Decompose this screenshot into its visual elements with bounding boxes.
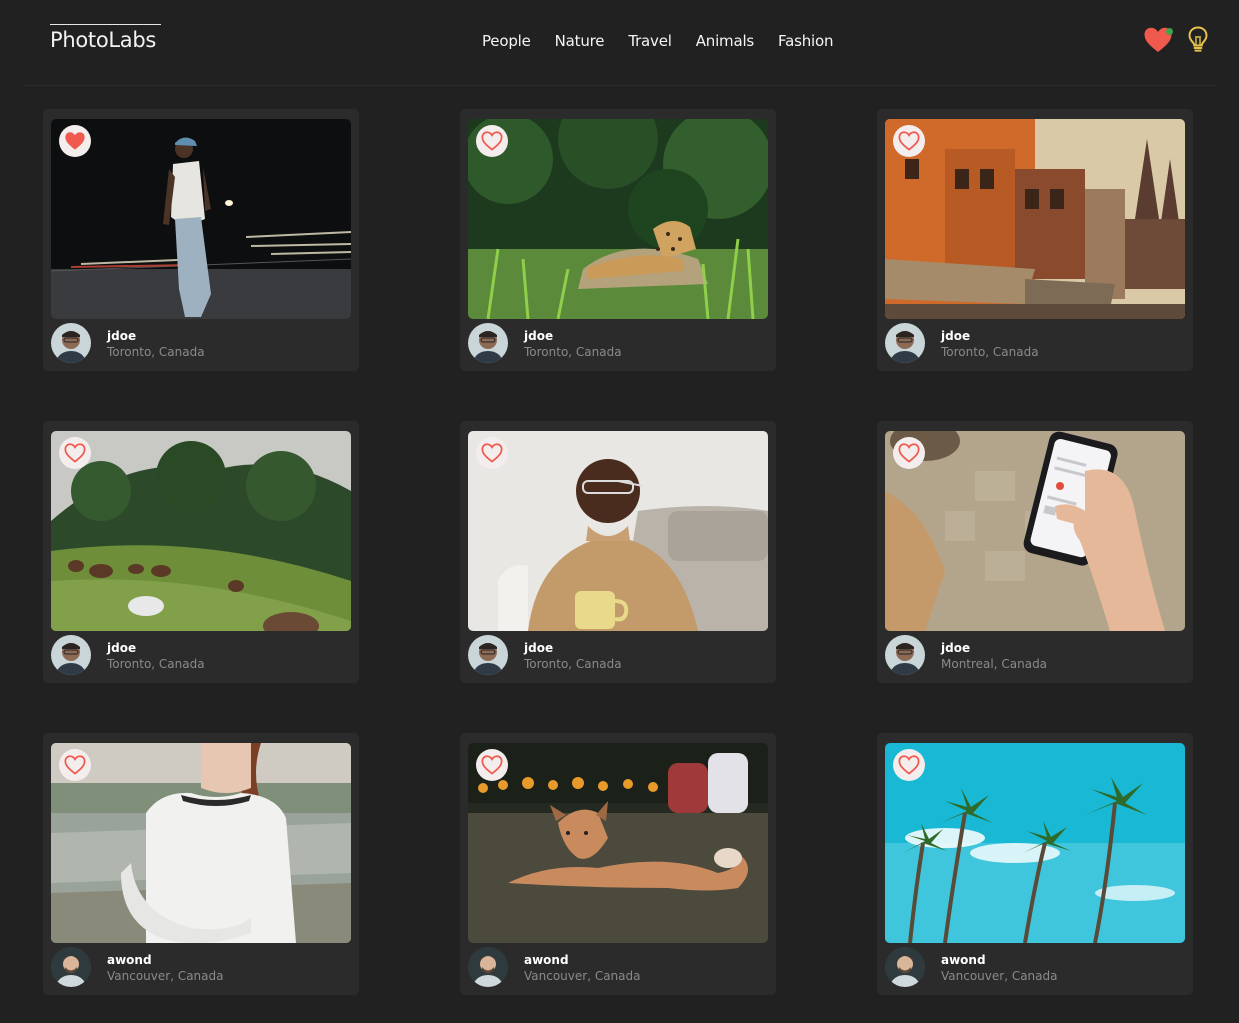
app-logo[interactable]: PhotoLabs [50, 24, 161, 54]
topic-nature[interactable]: Nature [555, 31, 605, 51]
photo-image[interactable] [468, 119, 768, 319]
location: Vancouver, Canada [941, 969, 1058, 983]
photo-image[interactable] [51, 431, 351, 631]
avatar[interactable] [51, 947, 91, 987]
photo-image[interactable] [885, 431, 1185, 631]
location: Toronto, Canada [524, 345, 622, 359]
photo-user: awond Vancouver, Canada [51, 947, 351, 987]
heart-outline-icon [64, 755, 86, 775]
username: awond [107, 953, 152, 967]
heart-outline-icon [898, 131, 920, 151]
photo-image[interactable] [51, 743, 351, 943]
photo-user: jdoe Montreal, Canada [885, 635, 1185, 675]
favourites-badge-button[interactable] [1143, 26, 1175, 54]
avatar[interactable] [885, 947, 925, 987]
photo-user: awond Vancouver, Canada [468, 947, 768, 987]
like-button[interactable] [59, 437, 91, 469]
username: jdoe [107, 641, 137, 655]
username: jdoe [524, 641, 554, 655]
location: Vancouver, Canada [107, 969, 224, 983]
avatar[interactable] [51, 323, 91, 363]
notification-dot [1166, 28, 1173, 35]
photo-card: awond Vancouver, Canada [43, 733, 359, 995]
heart-outline-icon [898, 755, 920, 775]
location: Toronto, Canada [524, 657, 622, 671]
photo-card: jdoe Toronto, Canada [460, 421, 776, 683]
like-button[interactable] [476, 437, 508, 469]
heart-outline-icon [481, 755, 503, 775]
topic-animals[interactable]: Animals [696, 31, 755, 51]
username: awond [524, 953, 569, 967]
location: Toronto, Canada [941, 345, 1039, 359]
topic-list: People Nature Travel Animals Fashion [482, 31, 833, 51]
avatar[interactable] [51, 635, 91, 675]
avatar[interactable] [468, 947, 508, 987]
like-button[interactable] [893, 125, 925, 157]
lightbulb-icon[interactable] [1186, 25, 1210, 53]
photo-image[interactable] [885, 743, 1185, 943]
avatar[interactable] [885, 635, 925, 675]
username: jdoe [107, 329, 137, 343]
username: awond [941, 953, 986, 967]
photo-image[interactable] [51, 119, 351, 319]
photo-card: jdoe Toronto, Canada [43, 421, 359, 683]
avatar[interactable] [468, 635, 508, 675]
photo-user: jdoe Toronto, Canada [885, 323, 1185, 363]
heart-outline-icon [64, 443, 86, 463]
avatar[interactable] [885, 323, 925, 363]
topic-fashion[interactable]: Fashion [778, 31, 833, 51]
photo-card: awond Vancouver, Canada [877, 733, 1193, 995]
username: jdoe [524, 329, 554, 343]
photo-user: jdoe Toronto, Canada [51, 635, 351, 675]
photo-card: awond Vancouver, Canada [460, 733, 776, 995]
like-button[interactable] [893, 437, 925, 469]
location: Vancouver, Canada [524, 969, 641, 983]
photo-user: jdoe Toronto, Canada [468, 323, 768, 363]
heart-outline-icon [481, 443, 503, 463]
header-divider [25, 85, 1215, 86]
heart-outline-icon [481, 131, 503, 151]
like-button[interactable] [476, 125, 508, 157]
username: jdoe [941, 329, 971, 343]
topic-travel[interactable]: Travel [628, 31, 672, 51]
photo-card: jdoe Toronto, Canada [43, 109, 359, 371]
photo-user: jdoe Toronto, Canada [468, 635, 768, 675]
avatar[interactable] [468, 323, 508, 363]
like-button[interactable] [476, 749, 508, 781]
photo-card: jdoe Toronto, Canada [460, 109, 776, 371]
heart-icon [65, 132, 85, 150]
topic-people[interactable]: People [482, 31, 531, 51]
like-button[interactable] [59, 749, 91, 781]
photo-user: jdoe Toronto, Canada [51, 323, 351, 363]
photo-user: awond Vancouver, Canada [885, 947, 1185, 987]
location: Montreal, Canada [941, 657, 1048, 671]
photo-card: jdoe Montreal, Canada [877, 421, 1193, 683]
like-button[interactable] [59, 125, 91, 157]
heart-outline-icon [898, 443, 920, 463]
top-navigation-bar: PhotoLabs People Nature Travel Animals F… [0, 0, 1239, 86]
photo-image[interactable] [885, 119, 1185, 319]
username: jdoe [941, 641, 971, 655]
location: Toronto, Canada [107, 345, 205, 359]
photo-image[interactable] [468, 743, 768, 943]
photo-image[interactable] [468, 431, 768, 631]
photo-card: jdoe Toronto, Canada [877, 109, 1193, 371]
location: Toronto, Canada [107, 657, 205, 671]
like-button[interactable] [893, 749, 925, 781]
